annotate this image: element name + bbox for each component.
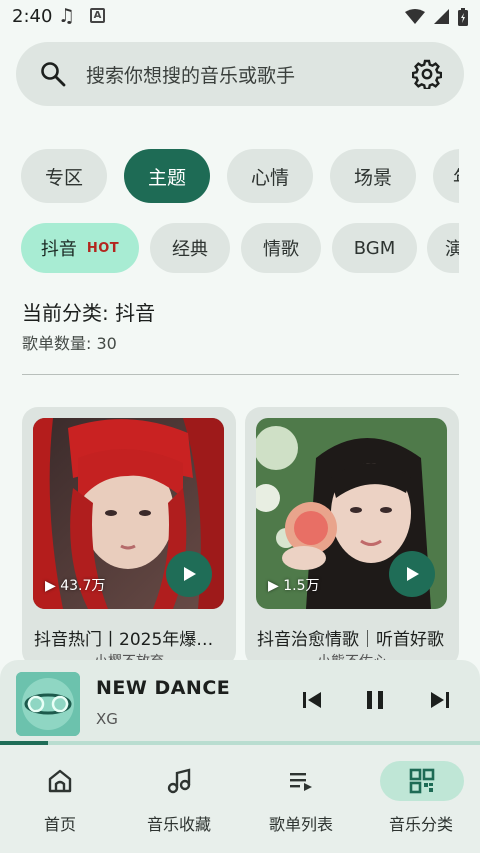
- nav-label: 歌单列表: [268, 815, 333, 834]
- nav-playlist-list[interactable]: 歌单列表: [241, 745, 361, 853]
- chip-bgm[interactable]: BGM: [332, 223, 417, 273]
- pause-icon[interactable]: [362, 688, 388, 712]
- grid-category-icon: [409, 768, 435, 794]
- nav-icon-container: [147, 761, 211, 801]
- now-playing-cover: [16, 672, 80, 736]
- tab-mood[interactable]: 心情: [227, 149, 313, 203]
- chip-love-songs[interactable]: 情歌: [241, 223, 321, 273]
- playlist-title: 抖音治愈情歌｜听首好歌: [257, 630, 444, 650]
- home-icon: [48, 769, 72, 793]
- nav-icon-container: [269, 761, 333, 801]
- play-count-value: 43.7万: [60, 578, 106, 594]
- chip-label: 抖音: [40, 239, 77, 260]
- settings-gear-icon[interactable]: [412, 59, 442, 89]
- status-bar: 2:40 ♫ A: [0, 0, 480, 34]
- play-button[interactable]: [166, 551, 212, 597]
- play-count: ▶ 1.5万: [268, 578, 320, 594]
- nav-icon-container-active: [380, 761, 464, 801]
- playlist-card[interactable]: ▶ 1.5万 抖音治愈情歌｜听首好歌 小熊不佐心: [245, 407, 459, 667]
- nav-home[interactable]: 首页: [0, 745, 120, 853]
- now-playing-artist: XG: [96, 710, 118, 728]
- bottom-navigation: 首页 音乐收藏 歌单列表 音乐分类: [0, 745, 480, 853]
- play-button[interactable]: [389, 551, 435, 597]
- playlist-icon: [290, 773, 312, 791]
- search-icon: [41, 62, 66, 87]
- category-tabs: 专区 主题 心情 场景 年: [21, 149, 459, 203]
- hot-badge: HOT: [86, 240, 120, 256]
- nav-label: 音乐收藏: [146, 815, 211, 834]
- current-category-label: 当前分类: 抖音: [22, 301, 156, 325]
- playlist-title: 抖音热门丨2025年爆款歌曲: [34, 630, 230, 650]
- tab-zone[interactable]: 专区: [21, 149, 107, 203]
- tab-year[interactable]: 年: [433, 149, 459, 203]
- battery-icon: [458, 7, 468, 26]
- status-icons: [402, 6, 468, 26]
- accessibility-status-icon: A: [90, 8, 105, 23]
- play-count: ▶ 43.7万: [45, 578, 106, 594]
- play-icon: [407, 567, 419, 581]
- play-icon: [184, 567, 196, 581]
- signal-icon: [433, 8, 449, 24]
- playlist-cover-image: ▶ 1.5万: [256, 418, 447, 609]
- playlist-count-label: 歌单数量: 30: [22, 334, 117, 353]
- play-count-value: 1.5万: [283, 578, 320, 594]
- search-bar[interactable]: 搜索你想搜的音乐或歌手: [16, 42, 464, 106]
- music-note-icon: [167, 768, 191, 794]
- playlist-cover-image: ▶ 43.7万: [33, 418, 224, 609]
- playlist-card[interactable]: ▶ 43.7万 抖音热门丨2025年爆款歌曲 小樱不放弃: [22, 407, 236, 667]
- status-time: 2:40: [12, 6, 53, 27]
- wifi-icon: [404, 8, 425, 24]
- nav-music-category[interactable]: 音乐分类: [361, 745, 480, 853]
- music-note-status-icon: ♫: [58, 5, 76, 27]
- divider: [22, 374, 459, 375]
- chip-cut[interactable]: 演: [427, 223, 459, 273]
- previous-track-icon[interactable]: [300, 688, 324, 712]
- now-playing-title: NEW DANCE: [96, 677, 231, 699]
- tab-theme[interactable]: 主题: [124, 149, 210, 203]
- nav-icon-container: [28, 761, 92, 801]
- nav-label: 首页: [43, 815, 76, 834]
- mini-player[interactable]: NEW DANCE XG: [0, 660, 480, 750]
- subcategory-chips: 抖音 HOT 经典 情歌 BGM 演: [21, 223, 459, 273]
- search-input[interactable]: 搜索你想搜的音乐或歌手: [86, 61, 295, 88]
- nav-music-favorites[interactable]: 音乐收藏: [119, 745, 239, 853]
- nav-label: 音乐分类: [388, 815, 453, 834]
- tab-scene[interactable]: 场景: [330, 149, 416, 203]
- chip-douyin[interactable]: 抖音 HOT: [21, 223, 139, 273]
- next-track-icon[interactable]: [428, 688, 452, 712]
- chip-classic[interactable]: 经典: [150, 223, 230, 273]
